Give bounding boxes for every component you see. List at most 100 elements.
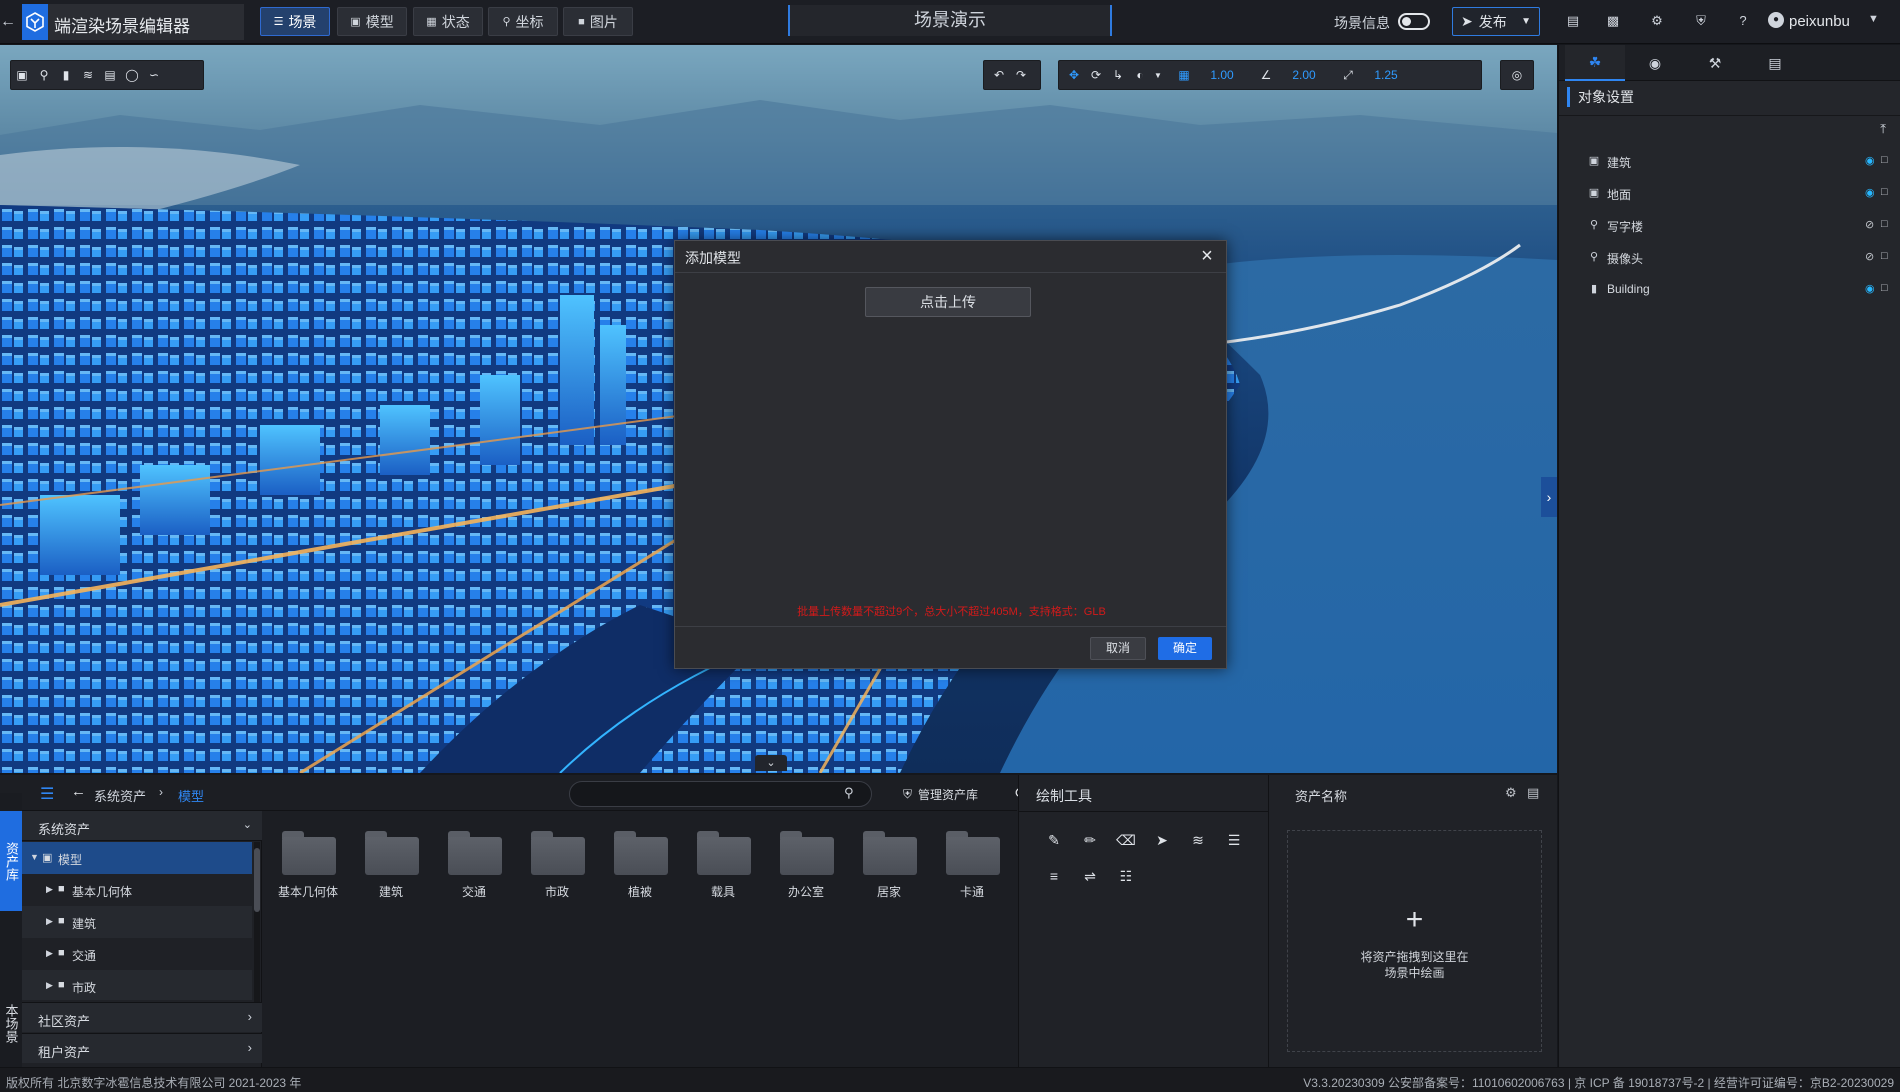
- folder-item[interactable]: 办公室: [768, 827, 844, 907]
- list-icon[interactable]: ☰: [1221, 827, 1247, 853]
- avatar-icon[interactable]: ●: [1768, 12, 1784, 28]
- redo-icon[interactable]: ↷: [1010, 64, 1032, 86]
- tab-scene[interactable]: ☰ 场景: [260, 7, 330, 36]
- eye-icon[interactable]: ◉: [1865, 154, 1875, 167]
- menu-icon[interactable]: ☰: [40, 784, 54, 804]
- pin-icon[interactable]: ⚲: [33, 64, 55, 86]
- lock-icon[interactable]: □: [1881, 154, 1888, 166]
- folder-item[interactable]: 交通: [436, 827, 512, 907]
- tab-lighting[interactable]: ◉: [1625, 45, 1685, 81]
- tab-tools[interactable]: ⚒: [1685, 45, 1745, 81]
- caret-down-icon[interactable]: ▼: [30, 852, 39, 862]
- back-arrow-icon[interactable]: ←: [0, 10, 16, 34]
- fill-icon[interactable]: ➤: [1149, 827, 1175, 853]
- cancel-button[interactable]: 取消: [1090, 637, 1146, 660]
- folder-item[interactable]: 植被: [602, 827, 678, 907]
- lock-icon[interactable]: □: [1881, 186, 1888, 198]
- angle-snap-icon[interactable]: ∠: [1255, 64, 1277, 86]
- layers-wave-icon[interactable]: ≋: [1185, 827, 1211, 853]
- measure-icon[interactable]: ≋: [77, 64, 99, 86]
- trash-icon[interactable]: ▤: [1527, 785, 1539, 801]
- user-chevron-down-icon[interactable]: ▼: [1868, 13, 1879, 25]
- tree-node[interactable]: ▶ ■ 基本几何体: [22, 874, 252, 906]
- tab-image[interactable]: ■ 图片: [563, 7, 633, 36]
- eye-off-icon[interactable]: ⊘: [1865, 250, 1874, 263]
- folder-item[interactable]: 卡通: [934, 827, 1010, 907]
- tree-node-model[interactable]: ▼ ▣ 模型: [22, 842, 252, 874]
- search-icon[interactable]: ⚲: [844, 785, 854, 801]
- rotate-icon[interactable]: ⟳: [1085, 64, 1107, 86]
- publish-button[interactable]: ➤ 发布 ▼: [1452, 7, 1540, 36]
- collapse-down-icon[interactable]: ⌄: [755, 755, 787, 771]
- sliders-icon[interactable]: ☷: [1113, 863, 1139, 889]
- eraser-icon[interactable]: ⌫: [1113, 827, 1139, 853]
- tree-node[interactable]: ▶ ■ 建筑: [22, 906, 252, 938]
- tab-status[interactable]: ▦ 状态: [413, 7, 483, 36]
- asset-search-input[interactable]: [569, 781, 872, 807]
- path-icon[interactable]: ∽: [143, 64, 165, 86]
- scale-icon[interactable]: ↳: [1107, 64, 1129, 86]
- caret-right-icon[interactable]: ▶: [46, 916, 53, 927]
- gear-icon[interactable]: ⚙: [1648, 12, 1666, 30]
- folder-item[interactable]: 市政: [519, 827, 595, 907]
- eye-icon[interactable]: ◉: [1865, 282, 1875, 295]
- tab-asset-library[interactable]: 资产库: [0, 811, 22, 911]
- scale-snap-value[interactable]: 1.25: [1359, 68, 1413, 82]
- chevron-down-icon[interactable]: ▼: [1151, 64, 1165, 86]
- eye-off-icon[interactable]: ⊘: [1865, 218, 1874, 231]
- folder-item[interactable]: 建筑: [353, 827, 429, 907]
- object-row[interactable]: ⚲ 写字楼 ⊘ □: [1559, 209, 1900, 241]
- scrollbar-thumb[interactable]: [254, 848, 260, 912]
- tab-model[interactable]: ▣ 模型: [337, 7, 407, 36]
- grid-snap-value[interactable]: 1.00: [1195, 68, 1249, 82]
- gear-icon[interactable]: ⚙: [1505, 785, 1517, 801]
- manage-assets-button[interactable]: ⛨ 管理资产库: [895, 781, 1015, 807]
- lock-icon[interactable]: □: [1881, 282, 1888, 294]
- undo-icon[interactable]: ↶: [988, 64, 1010, 86]
- caret-right-icon[interactable]: ▶: [46, 948, 53, 959]
- tab-this-scene[interactable]: 本场景: [0, 983, 22, 1063]
- tree-root[interactable]: 系统资产 ⌄: [22, 811, 262, 841]
- tree-scrollbar[interactable]: [254, 842, 260, 1002]
- chevron-right-icon[interactable]: ›: [1541, 477, 1557, 517]
- document-icon[interactable]: ▤: [99, 64, 121, 86]
- scene-viewport[interactable]: ▣ ⚲ ▮ ≋ ▤ ◯ ∽ ↶ ↷ ✥ ⟳ ↳ ◐ ▼ ▦ 1.00 ∠ 2.0…: [0, 45, 1557, 773]
- object-row[interactable]: ▣ 建筑 ◉ □: [1559, 145, 1900, 177]
- upload-icon[interactable]: ⤒: [1880, 121, 1886, 137]
- tree-node[interactable]: ▶ ■ 市政: [22, 970, 252, 1000]
- tab-objects[interactable]: ☘: [1565, 45, 1625, 81]
- brush-add-icon[interactable]: ✏: [1077, 827, 1103, 853]
- eye-icon[interactable]: ◉: [1865, 186, 1875, 199]
- breadcrumb-system-assets[interactable]: 系统资产: [94, 786, 146, 805]
- folder-item[interactable]: 载具: [685, 827, 761, 907]
- globe-icon[interactable]: ◯: [121, 64, 143, 86]
- scale-snap-icon[interactable]: ⤢: [1337, 64, 1359, 86]
- snap-icon[interactable]: ◐: [1129, 64, 1151, 86]
- close-icon[interactable]: ×: [1196, 245, 1218, 267]
- caret-right-icon[interactable]: ▶: [46, 884, 53, 895]
- save-icon[interactable]: ▤: [1564, 12, 1582, 30]
- upload-button[interactable]: 点击上传: [865, 287, 1031, 317]
- scene-info-toggle[interactable]: [1398, 13, 1430, 30]
- folder-item[interactable]: 基本几何体: [270, 827, 346, 907]
- help-icon[interactable]: ?: [1734, 12, 1752, 30]
- route-icon[interactable]: ⇌: [1077, 863, 1103, 889]
- tree-section-community[interactable]: 社区资产 ›: [22, 1002, 262, 1032]
- shield-icon[interactable]: ⛨: [1692, 12, 1710, 30]
- monitor-icon[interactable]: ▩: [1604, 12, 1622, 30]
- brush-icon[interactable]: ✎: [1041, 827, 1067, 853]
- grid-snap-icon[interactable]: ▦: [1173, 64, 1195, 86]
- confirm-button[interactable]: 确定: [1158, 637, 1212, 660]
- bookmark-icon[interactable]: ▮: [55, 64, 77, 86]
- align-left-icon[interactable]: ≡: [1041, 863, 1067, 889]
- object-row[interactable]: ▮ Building ◉ □: [1559, 273, 1900, 305]
- tree-section-tenant[interactable]: 租户资产 ›: [22, 1033, 262, 1063]
- object-row[interactable]: ▣ 地面 ◉ □: [1559, 177, 1900, 209]
- angle-snap-value[interactable]: 2.00: [1277, 68, 1331, 82]
- lock-icon[interactable]: □: [1881, 218, 1888, 230]
- lock-icon[interactable]: □: [1881, 250, 1888, 262]
- asset-drop-zone[interactable]: + 将资产拖拽到这里在 场景中绘画: [1287, 830, 1542, 1052]
- user-name[interactable]: peixunbu: [1789, 13, 1850, 30]
- move-icon[interactable]: ✥: [1063, 64, 1085, 86]
- back-arrow-icon[interactable]: ←: [71, 783, 86, 800]
